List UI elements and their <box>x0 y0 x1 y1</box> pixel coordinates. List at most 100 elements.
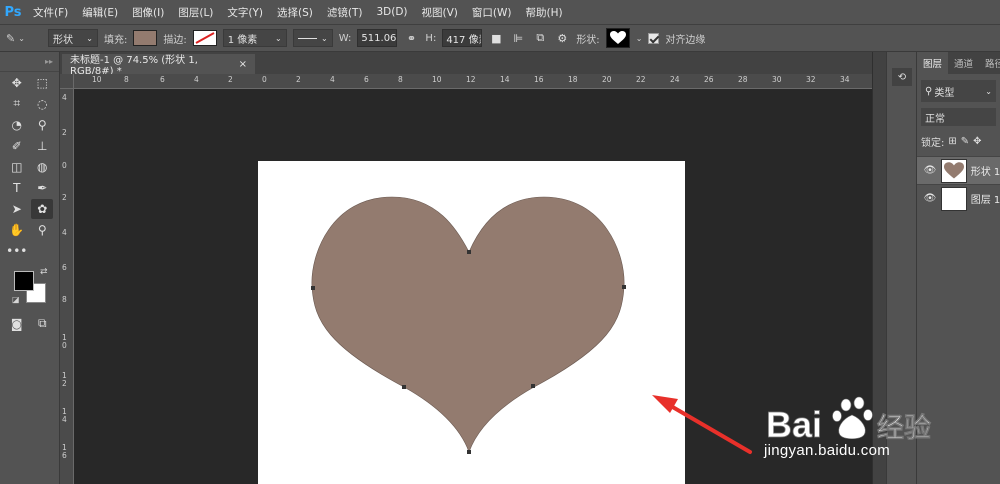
stroke-type-select[interactable]: ⌄ <box>292 29 333 47</box>
heart-icon <box>609 31 626 44</box>
eraser-tool-icon[interactable]: ◫ <box>6 157 28 177</box>
stroke-label: 描边: <box>163 34 187 46</box>
ruler-tick-label: 34 <box>840 75 850 84</box>
heart-shape[interactable] <box>311 196 625 453</box>
menu-3d[interactable]: 3D(D) <box>369 6 414 18</box>
anchor-point[interactable] <box>467 450 471 454</box>
eyedropper-tool-icon[interactable]: ⚲ <box>31 115 53 135</box>
stroke-color-swatch[interactable] <box>192 30 217 46</box>
ruler-tick-label: 8 <box>124 75 129 84</box>
layer-row[interactable]: 👁 形状 1 <box>917 156 1000 184</box>
ruler-tick-label: 16 <box>534 75 544 84</box>
ruler-tick-label: 26 <box>704 75 714 84</box>
hand-tool-icon[interactable]: ✋ <box>6 220 28 240</box>
menu-type[interactable]: 文字(Y) <box>220 5 270 20</box>
ruler-tick-label: 6 <box>364 75 369 84</box>
watermark-url: jingyan.baidu.com <box>764 442 891 459</box>
close-icon[interactable]: × <box>239 59 247 70</box>
panel-tabs: 图层 通道 路径 <box>917 52 1000 74</box>
marquee-tool-icon[interactable]: ⬚ <box>31 73 53 93</box>
stamp-tool-icon[interactable]: ⊥ <box>31 136 53 156</box>
history-panel-icon[interactable]: ⟲ <box>892 68 912 86</box>
ruler-tick-label: 8 <box>62 295 67 304</box>
menu-layer[interactable]: 图层(L) <box>171 5 220 20</box>
paint-bucket-tool-icon[interactable]: ◍ <box>31 157 53 177</box>
layer-filter-select[interactable]: ⚲ 类型 ⌄ <box>921 80 996 102</box>
default-colors-icon[interactable]: ◪ <box>12 295 20 304</box>
gear-icon[interactable]: ⚙ <box>554 29 570 47</box>
lock-pixels-icon[interactable]: ✎ <box>961 136 969 147</box>
width-field[interactable]: 511.06 | <box>357 29 398 47</box>
height-field[interactable]: 417 像素 <box>442 29 483 47</box>
blend-mode-select[interactable]: 正常 <box>921 108 996 126</box>
anchor-point[interactable] <box>311 286 315 290</box>
color-swatches: ⇄ ◪ <box>0 265 59 309</box>
stroke-width-value: 1 像素 <box>227 34 258 46</box>
anchor-point[interactable] <box>531 384 535 388</box>
document-tab[interactable]: 未标题-1 @ 74.5% (形状 1, RGB/8#) * × <box>62 54 255 77</box>
ruler-tick-label: 8 <box>398 75 403 84</box>
menu-edit[interactable]: 编辑(E) <box>75 5 125 20</box>
path-alignment-icon[interactable]: ⊫ <box>510 29 526 47</box>
more-tools-icon[interactable]: ••• <box>6 241 28 261</box>
options-bar: ✎⌄ 形状⌄ 填充: 描边: 1 像素⌄ ⌄ W: 511.06 | ⚭ H: … <box>0 24 1000 52</box>
ruler-tick-label: 14 <box>500 75 510 84</box>
screen-mode-icon[interactable]: ⧉ <box>31 314 53 334</box>
lock-position-icon[interactable]: ✥ <box>973 136 981 147</box>
panel-collapse-icon[interactable]: ▸▸ <box>0 52 59 72</box>
chevron-down-icon: ⌄ <box>275 33 282 43</box>
tool-mode-select[interactable]: 形状 ⌄ <box>48 29 98 47</box>
fill-color-swatch[interactable] <box>133 30 158 46</box>
layer-thumbnail <box>940 186 967 211</box>
lock-transparent-icon[interactable]: ⊞ <box>948 136 956 147</box>
height-label: H: <box>425 32 437 44</box>
type-tool-icon[interactable]: T <box>6 178 28 198</box>
menu-select[interactable]: 选择(S) <box>270 5 320 20</box>
brush-tool-icon[interactable]: ✐ <box>6 136 28 156</box>
anchor-point[interactable] <box>467 250 471 254</box>
chevron-down-icon: ⌄ <box>321 33 328 43</box>
menu-file[interactable]: 文件(F) <box>26 5 75 20</box>
chevron-down-icon[interactable]: ⌄ <box>636 34 643 43</box>
zoom-tool-icon[interactable]: ⚲ <box>31 220 53 240</box>
anchor-point[interactable] <box>402 385 406 389</box>
ruler-tick-label: 2 <box>228 75 233 84</box>
tab-channels[interactable]: 通道 <box>948 52 979 74</box>
menu-filter[interactable]: 滤镜(T) <box>320 5 370 20</box>
ruler-tick-label: 4 <box>62 93 67 102</box>
eye-icon[interactable]: 👁 <box>923 193 937 204</box>
path-arrangement-icon[interactable]: ⧉ <box>532 29 548 47</box>
menu-help[interactable]: 帮助(H) <box>519 5 570 20</box>
layer-row[interactable]: 👁 图层 1 <box>917 184 1000 212</box>
canvas-area[interactable] <box>74 89 872 484</box>
ruler-tick-label: 24 <box>670 75 680 84</box>
stroke-width-select[interactable]: 1 像素 ⌄ <box>222 29 287 47</box>
shape-picker[interactable] <box>605 28 630 48</box>
align-edges-checkbox[interactable] <box>648 32 660 44</box>
custom-shape-tool-icon[interactable]: ✿ <box>31 198 54 219</box>
vertical-scrollbar[interactable] <box>872 52 886 484</box>
lasso-tool-icon[interactable]: ◌ <box>31 94 53 114</box>
tool-preset-picker[interactable]: ✎ ⌄ <box>6 28 42 48</box>
tab-paths[interactable]: 路径 <box>979 52 1000 74</box>
quick-selection-tool-icon[interactable]: ◔ <box>6 115 28 135</box>
chevron-down-icon: ⌄ <box>86 33 93 43</box>
pen-tool-icon[interactable]: ✒ <box>31 178 53 198</box>
crop-tool-icon[interactable]: ⌗ <box>6 94 28 114</box>
foreground-color[interactable] <box>14 271 34 291</box>
move-tool-icon[interactable]: ✥ <box>6 73 28 93</box>
path-selection-tool-icon[interactable]: ➤ <box>6 199 28 219</box>
menu-window[interactable]: 窗口(W) <box>465 5 519 20</box>
shape-label: 形状: <box>576 34 600 46</box>
eye-icon[interactable]: 👁 <box>923 165 937 176</box>
menu-view[interactable]: 视图(V) <box>415 5 465 20</box>
menu-image[interactable]: 图像(I) <box>125 5 171 20</box>
tab-layers[interactable]: 图层 <box>917 52 949 74</box>
swap-colors-icon[interactable]: ⇄ <box>40 267 48 277</box>
ruler-tick-label: 4 <box>330 75 335 84</box>
link-icon[interactable]: ⚭ <box>403 29 419 47</box>
anchor-point[interactable] <box>622 285 626 289</box>
path-operations-icon[interactable]: ■ <box>488 29 504 47</box>
ruler-origin[interactable] <box>60 74 74 89</box>
quick-mask-icon[interactable]: ◙ <box>6 314 28 334</box>
